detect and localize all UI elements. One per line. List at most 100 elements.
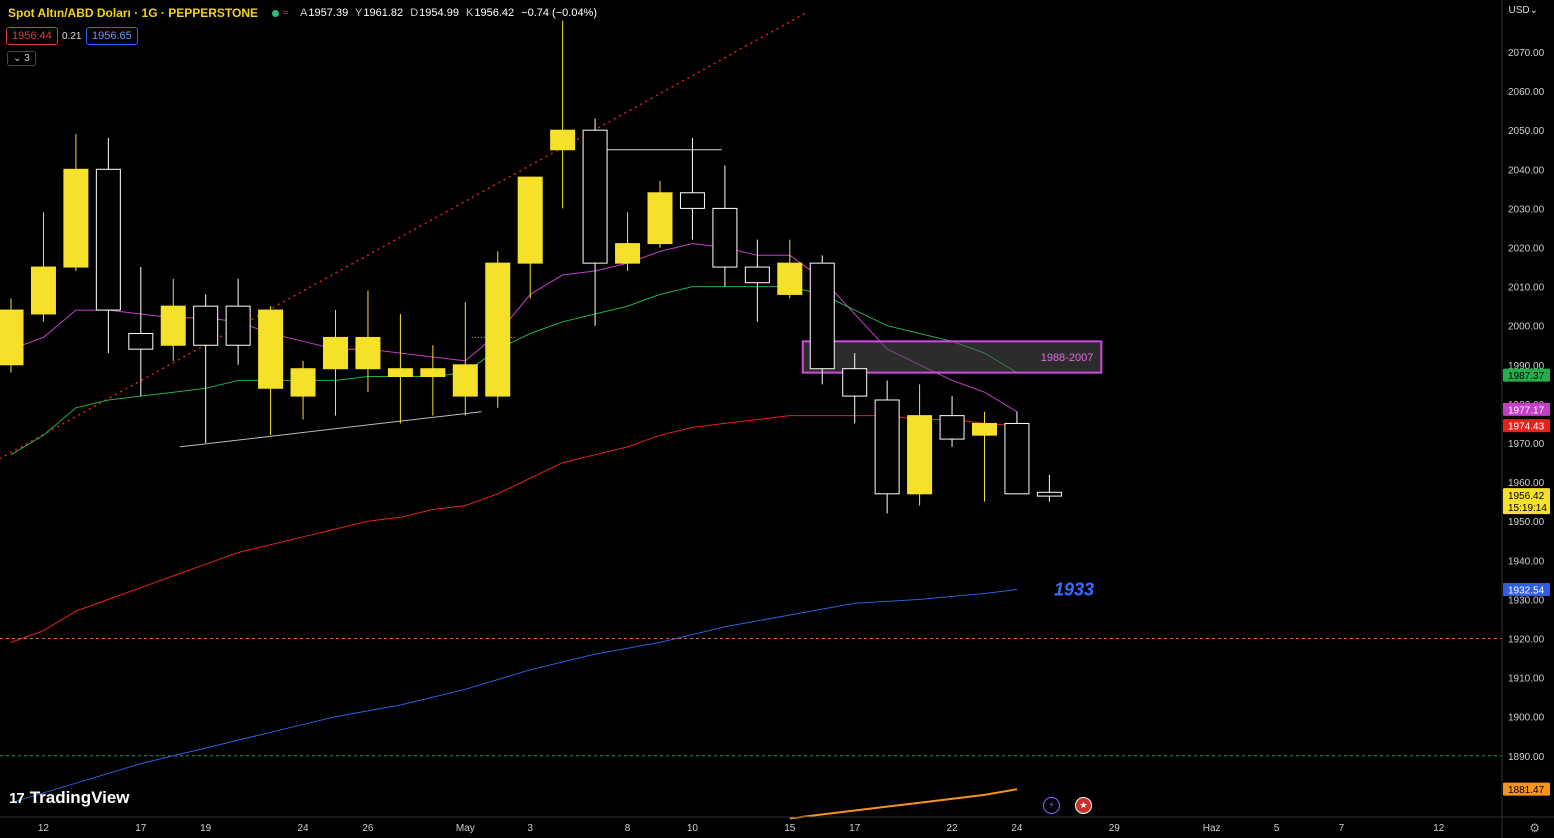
candle-body <box>517 176 543 264</box>
candle-body <box>225 305 251 346</box>
time-tick-label: Haz <box>1203 823 1221 834</box>
candle-body <box>323 336 348 370</box>
candle-body <box>193 305 219 346</box>
candle-body <box>777 262 803 295</box>
time-tick-label: 19 <box>200 823 212 834</box>
lightning-icon[interactable]: ⚡ <box>1043 797 1060 814</box>
currency-selector[interactable]: USD⌄ <box>1508 5 1538 16</box>
candle-body <box>128 333 154 350</box>
symbol-title[interactable]: Spot Altın/ABD Doları · 1G · PEPPERSTONE <box>8 6 258 20</box>
chevron-down-icon: ⌄ <box>13 53 22 64</box>
candle-body <box>615 243 641 264</box>
price-tick-label: 1900.00 <box>1508 713 1545 724</box>
time-tick-label: May <box>456 823 475 834</box>
candle-body <box>582 129 608 264</box>
candle-body <box>1004 422 1030 495</box>
time-tick-label: 29 <box>1109 823 1121 834</box>
price-chart[interactable]: 1988-200719331890.001900.001910.001920.0… <box>0 0 1554 838</box>
axis-price-label: 1932.54 <box>1508 585 1545 596</box>
close-label: K <box>466 7 474 19</box>
price-tick-label: 1950.00 <box>1508 517 1545 528</box>
price-tick-label: 2060.00 <box>1508 87 1545 98</box>
candle-body <box>63 168 89 268</box>
indicators-count: 3 <box>24 53 30 64</box>
gear-icon[interactable]: ⚙ <box>1529 821 1540 835</box>
price-tick-label: 1970.00 <box>1508 439 1545 450</box>
level-label: 1933 <box>1054 579 1094 599</box>
time-tick-label: 8 <box>625 823 631 834</box>
ma-line-ema_slow <box>10 415 1018 643</box>
price-tick-label: 1890.00 <box>1508 752 1545 763</box>
price-tick-label: 2040.00 <box>1508 165 1545 176</box>
ma-line-ema_long <box>10 589 1018 804</box>
spread-value: 0.21 <box>62 31 82 42</box>
candle-body <box>874 399 900 495</box>
wave-icon: ≈ <box>282 7 289 19</box>
candle-body <box>1036 491 1062 497</box>
candle-body <box>744 266 770 284</box>
price-tick-label: 1940.00 <box>1508 556 1545 567</box>
time-tick-label: 24 <box>297 823 309 834</box>
candle-body <box>809 262 835 370</box>
time-tick-label: 7 <box>1339 823 1345 834</box>
tradingview-logo-icon: 17 <box>9 789 25 807</box>
time-tick-label: 10 <box>687 823 699 834</box>
candle-body <box>647 192 673 245</box>
price-tick-label: 2050.00 <box>1508 126 1545 137</box>
candle-body <box>842 368 868 397</box>
currency-label: USD <box>1508 5 1530 16</box>
tradingview-logo: 17 TradingView <box>9 788 130 808</box>
candle-body <box>420 368 446 378</box>
candle-body <box>452 364 478 397</box>
time-tick-label: 17 <box>135 823 147 834</box>
time-tick-label: 5 <box>1274 823 1280 834</box>
high-value: 1961.82 <box>363 7 404 19</box>
price-tick-label: 2010.00 <box>1508 283 1545 294</box>
sell-button[interactable]: 1956.44 <box>6 27 58 45</box>
trendline-red <box>0 12 807 460</box>
ohlc-values: A1957.39 Y1961.82 D1954.99 K1956.42 −0.7… <box>300 7 601 19</box>
time-tick-label: 12 <box>1433 823 1445 834</box>
candle-body <box>939 415 965 440</box>
open-label: A <box>300 7 308 19</box>
axis-price-label: 1974.43 <box>1508 422 1545 433</box>
price-tick-label: 2030.00 <box>1508 204 1545 215</box>
low-value: 1954.99 <box>419 7 459 19</box>
price-tick-label: 2020.00 <box>1508 244 1545 255</box>
candle-body <box>160 305 186 346</box>
market-open-icon <box>272 9 280 17</box>
axis-price-label: 1881.47 <box>1508 785 1545 796</box>
time-tick-label: 3 <box>527 823 533 834</box>
candle-body <box>972 422 997 436</box>
ma-line-ema_xlong <box>789 788 1018 820</box>
time-tick-label: 22 <box>946 823 958 834</box>
axis-price-label: 1977.17 <box>1508 405 1545 416</box>
candle-body <box>355 336 381 370</box>
logo-text: TradingView <box>29 788 130 807</box>
open-value: 1957.39 <box>308 7 349 19</box>
axis-price-label: 1987.37 <box>1508 371 1545 382</box>
us-flag-icon[interactable]: ★ <box>1075 797 1092 814</box>
countdown-label: 15:19:14 <box>1508 503 1547 514</box>
candle-body <box>290 368 316 397</box>
time-tick-label: 12 <box>38 823 50 834</box>
buy-button[interactable]: 1956.65 <box>86 27 138 45</box>
time-tick-label: 24 <box>1011 823 1023 834</box>
candle-body <box>550 129 576 151</box>
price-tick-label: 2000.00 <box>1508 322 1545 333</box>
indicators-toggle[interactable]: ⌄ 3 <box>7 51 36 66</box>
last-price-label: 1956.42 <box>1508 491 1545 502</box>
candle-body <box>95 168 121 311</box>
price-tick-label: 1910.00 <box>1508 674 1545 685</box>
candle-body <box>907 415 933 495</box>
zone-label: 1988-2007 <box>1041 352 1094 364</box>
time-tick-label: 26 <box>362 823 374 834</box>
chart-header: Spot Altın/ABD Doları · 1G · PEPPERSTONE… <box>8 6 601 20</box>
price-tick-label: 1920.00 <box>1508 635 1545 646</box>
price-tick-label: 2070.00 <box>1508 48 1545 59</box>
candle-body <box>0 309 24 366</box>
time-tick-label: 15 <box>784 823 796 834</box>
change-value: −0.74 (−0.04%) <box>521 7 598 19</box>
low-label: D <box>410 7 419 19</box>
candle-body <box>712 207 738 268</box>
